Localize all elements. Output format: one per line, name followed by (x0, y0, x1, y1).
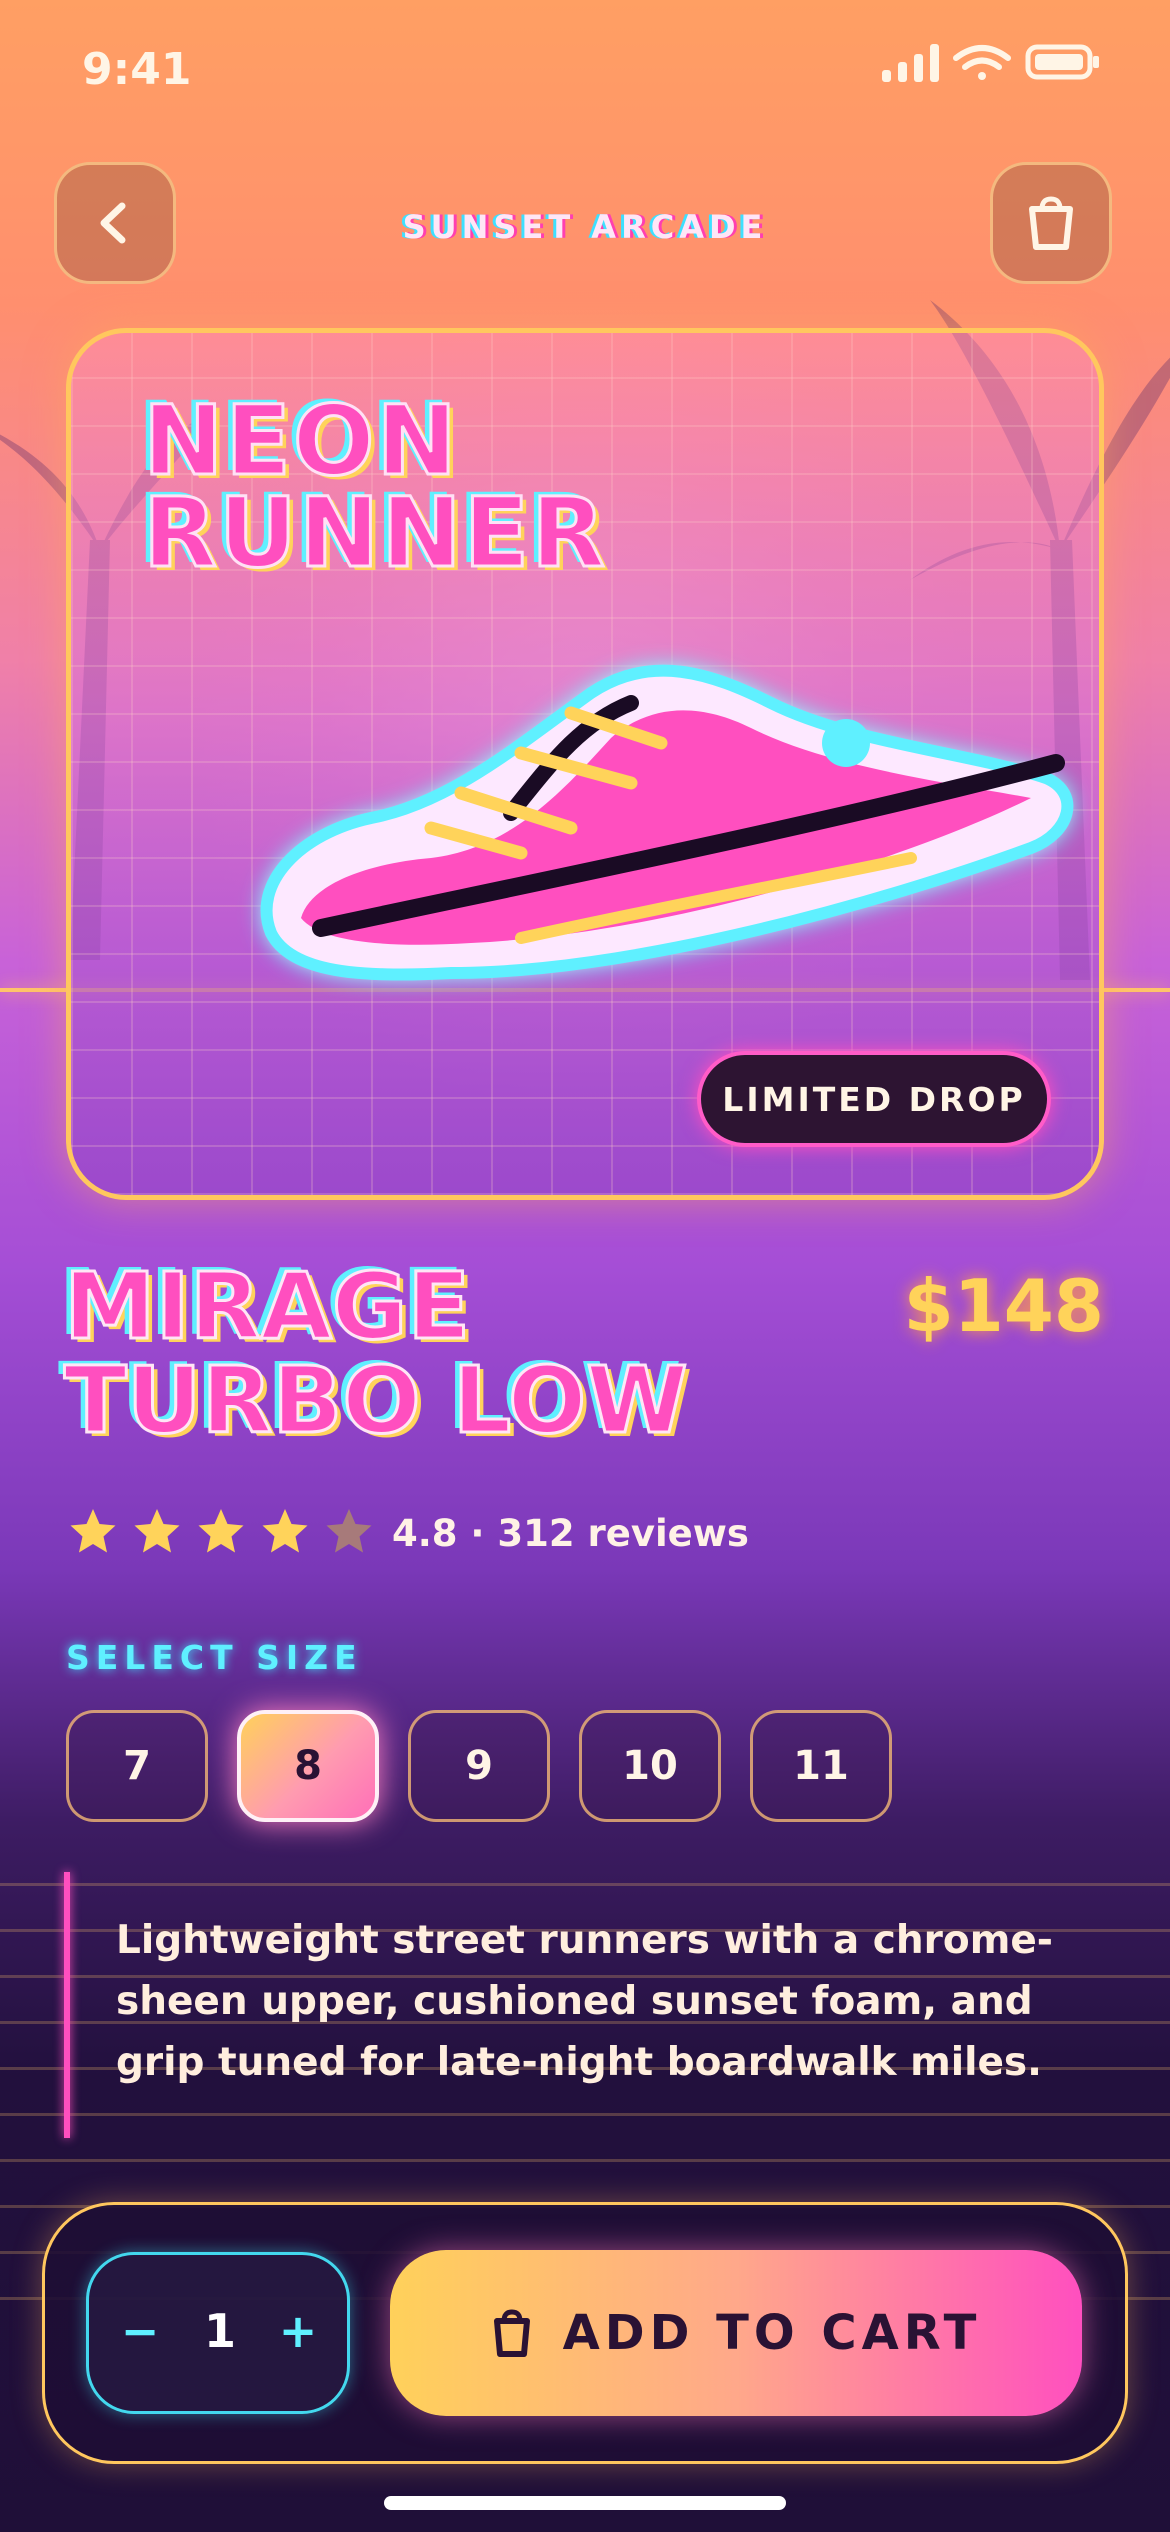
add-to-cart-button[interactable]: ADD TO CART (390, 2250, 1082, 2416)
size-option-7[interactable]: 7 (66, 1710, 208, 1822)
limited-drop-badge: LIMITED DROP (697, 1051, 1051, 1147)
size-option-9[interactable]: 9 (408, 1710, 550, 1822)
quantity-increase-button[interactable]: + (270, 2300, 326, 2362)
quantity-value: 1 (203, 2304, 236, 2358)
product-price: $148 (903, 1264, 1104, 1348)
shopping-bag-icon (493, 2309, 530, 2357)
size-option-8-selected[interactable]: 8 (237, 1710, 379, 1822)
star-rating (68, 1506, 374, 1556)
cart-bag-button[interactable] (990, 162, 1112, 284)
product-description: Lightweight street runners with a chrome… (116, 1918, 1053, 2085)
rating-text: 4.8 · 312 reviews (392, 1512, 749, 1555)
size-option-11[interactable]: 11 (750, 1710, 892, 1822)
size-selector: 7 8 9 10 11 (66, 1710, 892, 1822)
description-accent-bar (64, 1872, 70, 2138)
star-icon (134, 1509, 180, 1553)
star-empty-icon (326, 1509, 372, 1553)
add-to-cart-label: ADD TO CART (562, 2305, 982, 2361)
hero-title-line-2: RUNNER (141, 477, 608, 589)
wifi-icon (953, 45, 1011, 80)
home-indicator[interactable] (384, 2496, 786, 2510)
star-icon (262, 1509, 308, 1553)
star-icon (198, 1509, 244, 1553)
sneaker-image (260, 664, 1074, 981)
hero-title-line-1: NEON (141, 385, 459, 497)
product-name-line-2: TURBO LOW (63, 1347, 690, 1454)
star-icon (70, 1509, 116, 1553)
hero-card: NEON RUNNER LIMITED DROP (66, 328, 1104, 1200)
hero-title: NEON RUNNER (141, 385, 608, 589)
status-time: 9:41 (82, 44, 192, 95)
status-icons (882, 44, 1099, 82)
signal-icon (882, 44, 939, 82)
shopping-bag-icon (1029, 196, 1073, 250)
select-size-label: SELECT SIZE (66, 1638, 363, 1677)
size-option-10[interactable]: 10 (579, 1710, 721, 1822)
battery-icon (1025, 44, 1099, 80)
quantity-decrease-button[interactable]: − (112, 2300, 168, 2362)
product-name: MIRAGE TURBO LOW (63, 1253, 764, 1454)
product-name-line-1: MIRAGE (63, 1253, 472, 1360)
